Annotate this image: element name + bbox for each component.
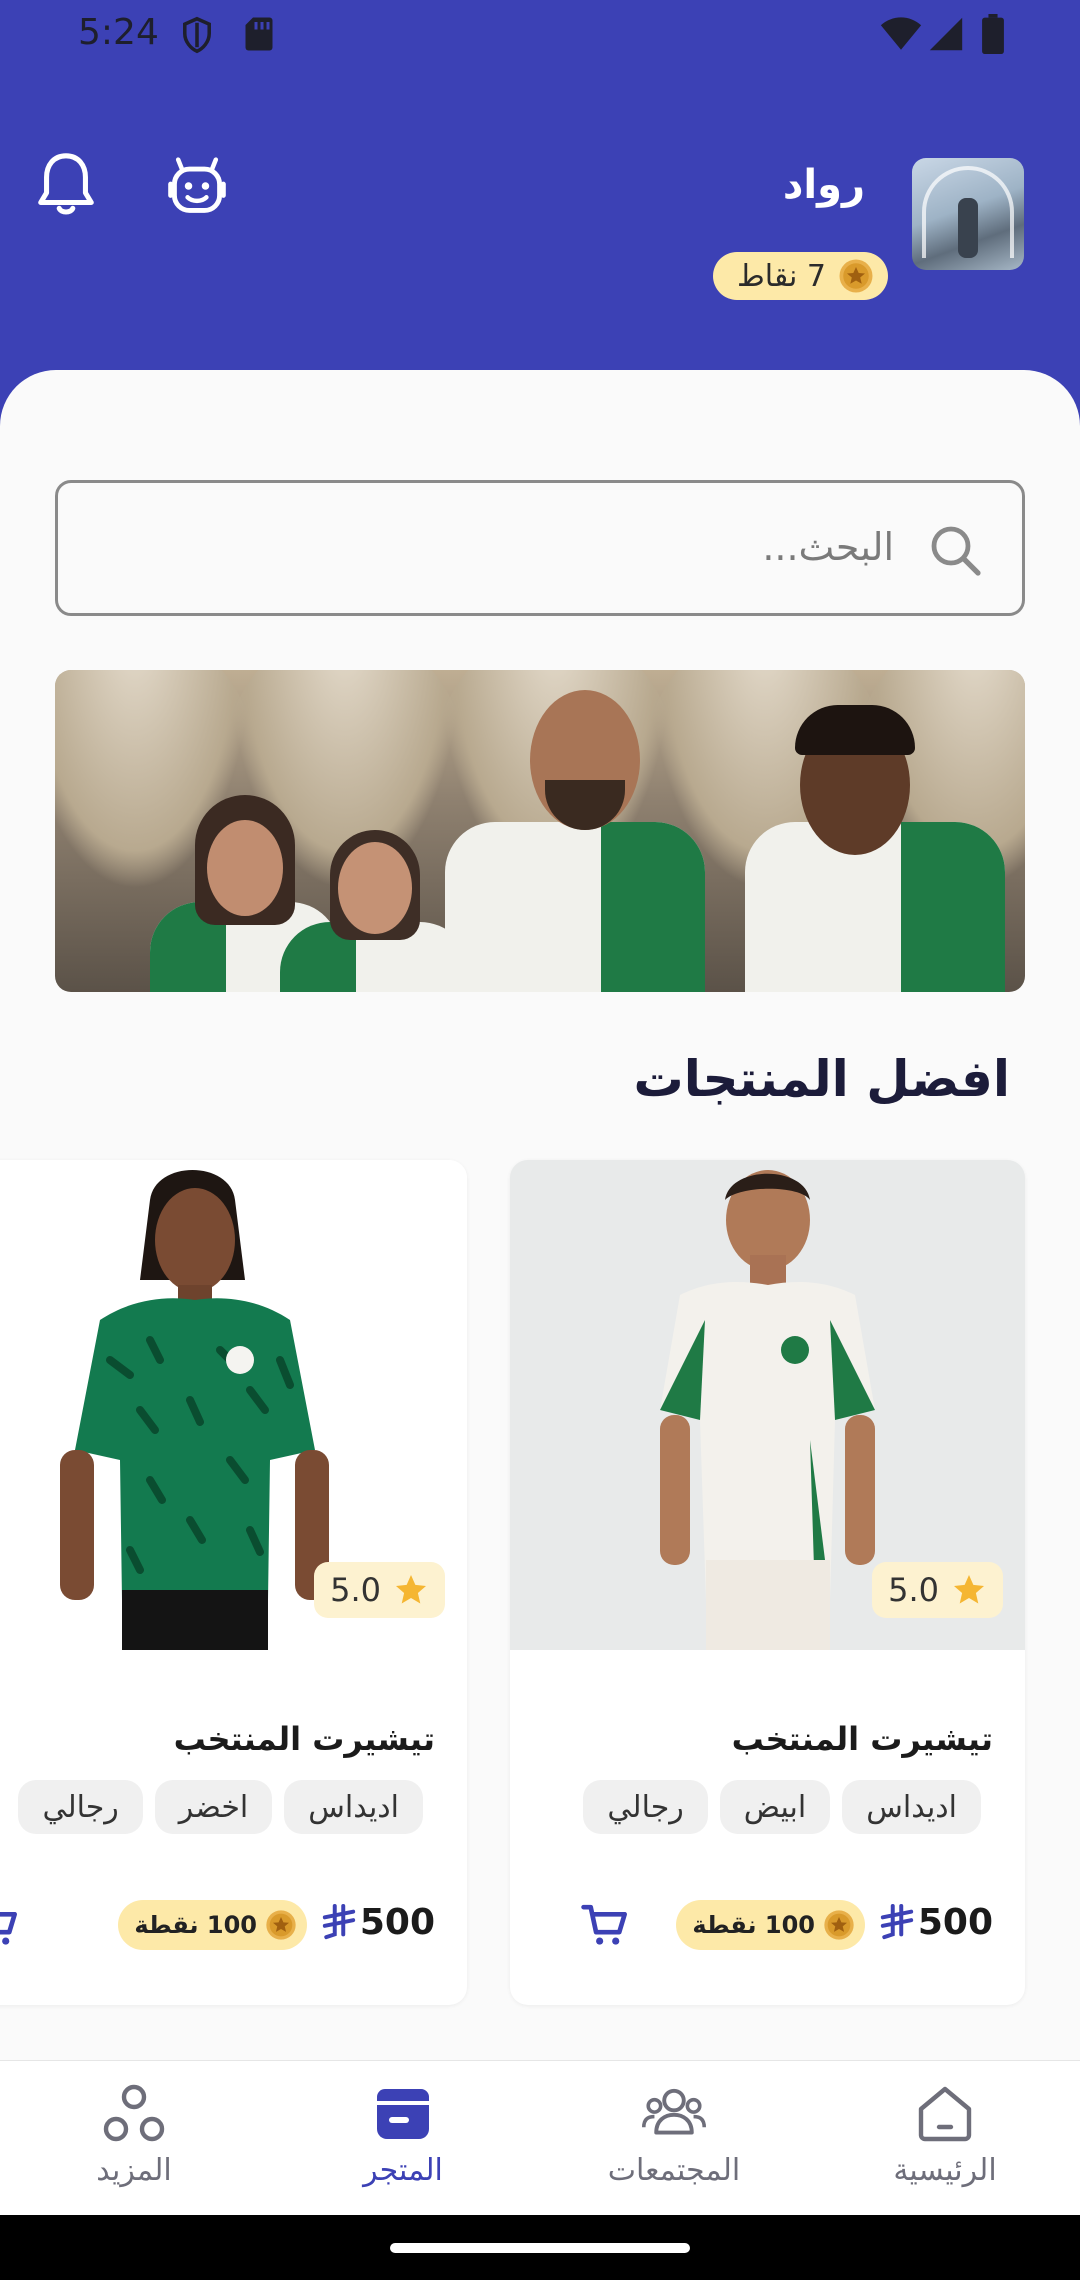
- status-time: 5:24: [78, 12, 159, 53]
- home-icon: [918, 2086, 972, 2142]
- sd-card-icon: [245, 17, 273, 51]
- nav-label: المجتمعات: [607, 2153, 741, 2188]
- nav-label: المزيد: [96, 2153, 172, 2188]
- tag-color[interactable]: اخضر: [154, 1780, 273, 1834]
- screen: { "status_bar": { "time": "5:24" }, "hea…: [0, 0, 1080, 2280]
- nav-label: المتجر: [363, 2153, 443, 2188]
- chatbot-icon[interactable]: [164, 154, 230, 218]
- coin-star-icon: [839, 259, 873, 293]
- search-icon: [931, 526, 981, 576]
- rating-badge: 5.0: [872, 1562, 1003, 1618]
- price-amount: 500: [917, 1902, 993, 1943]
- nav-label: الرئيسية: [893, 2153, 997, 2188]
- search-input[interactable]: [114, 507, 894, 587]
- price: 500: [322, 1902, 435, 1943]
- product-card[interactable]: 5.0 تيشيرت المنتخب اديداس ابيض رجالي 500…: [510, 1160, 1025, 2005]
- more-icon: [103, 2084, 165, 2142]
- nav-store[interactable]: المتجر: [303, 2081, 503, 2201]
- tag-brand[interactable]: اديداس: [284, 1780, 423, 1834]
- star-icon: [954, 1575, 984, 1604]
- tag-gender[interactable]: رجالي: [18, 1780, 143, 1834]
- star-icon: [396, 1575, 426, 1604]
- points-badge[interactable]: 7 نقاط: [712, 252, 888, 300]
- tag-gender[interactable]: رجالي: [583, 1780, 708, 1834]
- nav-communities[interactable]: المجتمعات: [574, 2081, 774, 2201]
- product-name: تيشيرت المنتخب: [731, 1720, 993, 1758]
- points-badge: 100 نقطة: [676, 1900, 865, 1950]
- riyal-icon: [880, 1903, 913, 1939]
- points-text: 7 نقاط: [736, 258, 826, 294]
- product-card[interactable]: 5.0 تيشيرت المنتخب اديداس اخضر رجالي 500…: [0, 1160, 467, 2005]
- tag-list: اديداس اخضر رجالي: [18, 1780, 423, 1834]
- promo-banner[interactable]: [55, 670, 1025, 992]
- points-badge: 100 نقطة: [118, 1900, 307, 1950]
- avatar[interactable]: [912, 158, 1024, 270]
- section-title: افضل المنتجات: [633, 1050, 1011, 1108]
- rating-value: 5.0: [330, 1571, 381, 1609]
- search-box[interactable]: [55, 480, 1025, 616]
- nav-home[interactable]: الرئيسية: [845, 2081, 1045, 2201]
- points-text: 100 نقطة: [134, 1911, 257, 1939]
- bell-icon[interactable]: [34, 150, 98, 220]
- riyal-icon: [322, 1903, 355, 1939]
- tag-list: اديداس ابيض رجالي: [583, 1780, 981, 1834]
- price: 500: [880, 1902, 993, 1943]
- status-bar: 5:24: [0, 0, 1080, 70]
- coin-star-icon: [824, 1910, 854, 1940]
- home-indicator[interactable]: [390, 2243, 690, 2253]
- rating-value: 5.0: [888, 1571, 939, 1609]
- tag-color[interactable]: ابيض: [719, 1780, 831, 1834]
- cart-icon[interactable]: [0, 1900, 20, 1950]
- bottom-nav: المزيد المتجر المجتمعات الرئيسية: [0, 2060, 1080, 2215]
- price-amount: 500: [359, 1902, 435, 1943]
- store-icon: [377, 2089, 429, 2139]
- product-name: تيشيرت المنتخب: [173, 1720, 435, 1758]
- nav-more[interactable]: المزيد: [34, 2081, 234, 2201]
- header: رواد 7 نقاط: [0, 70, 1080, 370]
- shield-icon: [183, 16, 211, 54]
- points-text: 100 نقطة: [692, 1911, 815, 1939]
- gesture-bar: [0, 2215, 1080, 2280]
- wifi-icon: [880, 17, 922, 50]
- battery-icon: [982, 14, 1004, 54]
- main-content: افضل المنتجات: [0, 370, 1080, 2060]
- coin-star-icon: [266, 1910, 296, 1940]
- tag-brand[interactable]: اديداس: [842, 1780, 981, 1834]
- cart-icon[interactable]: [580, 1900, 630, 1950]
- user-name: رواد: [782, 162, 865, 208]
- users-icon: [642, 2088, 706, 2135]
- signal-icon: [929, 17, 963, 51]
- rating-badge: 5.0: [314, 1562, 445, 1618]
